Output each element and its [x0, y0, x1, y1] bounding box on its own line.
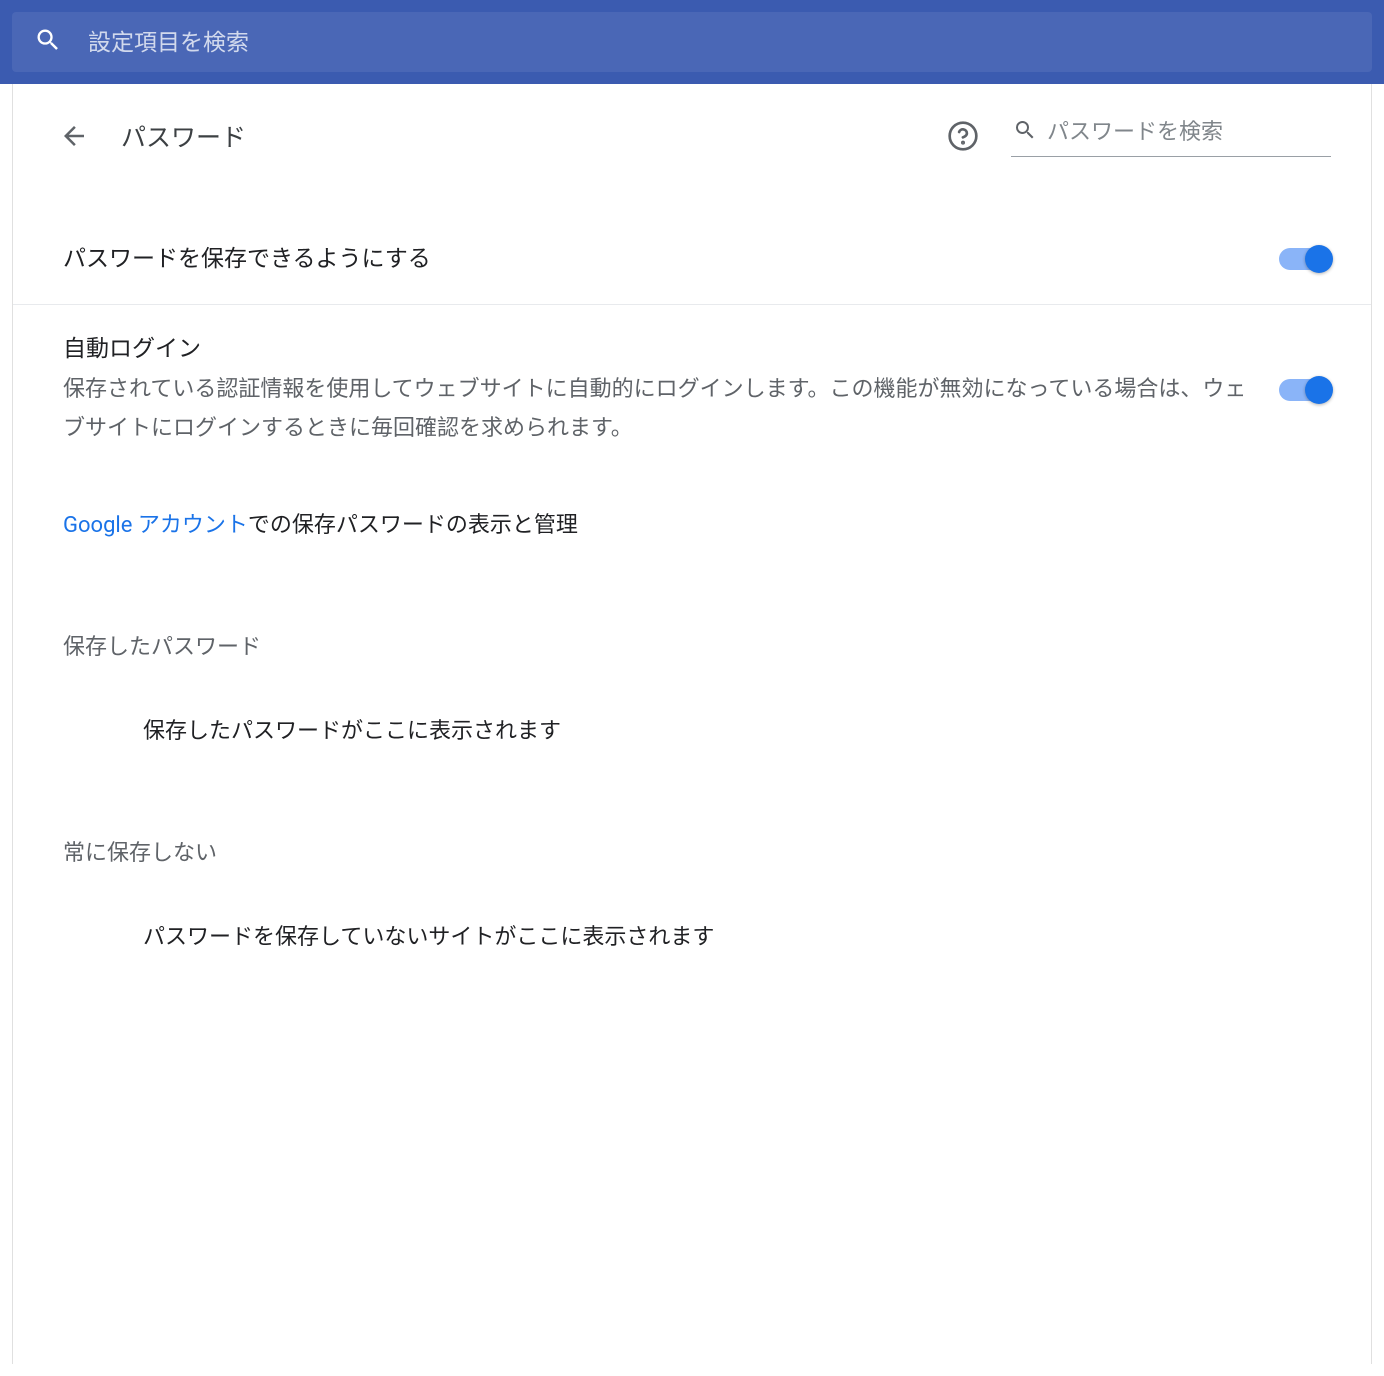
search-icon [1013, 118, 1037, 146]
page-title: パスワード [121, 118, 915, 154]
saved-passwords-header: 保存したパスワード [13, 551, 1371, 671]
offer-save-passwords-row: パスワードを保存できるようにする [13, 187, 1371, 305]
auto-signin-title: 自動ログイン [63, 331, 1249, 368]
auto-signin-desc: 保存されている認証情報を使用してウェブサイトに自動的にログインします。この機能が… [63, 370, 1249, 449]
password-search-container[interactable] [1011, 114, 1331, 157]
auto-signin-toggle[interactable] [1279, 379, 1331, 401]
offer-save-toggle[interactable] [1279, 248, 1331, 270]
top-bar [0, 0, 1384, 84]
saved-passwords-empty: 保存したパスワードがここに表示されます [13, 671, 1371, 757]
google-account-link-row: Google アカウントでの保存パスワードの表示と管理 [13, 475, 1371, 551]
setting-text: パスワードを保存できるようにする [63, 241, 1249, 278]
auto-signin-row: 自動ログイン 保存されている認証情報を使用してウェブサイトに自動的にログインしま… [13, 305, 1371, 475]
page-header: パスワード [13, 84, 1371, 187]
back-arrow-icon[interactable] [59, 121, 89, 151]
settings-search-input[interactable] [88, 29, 1350, 56]
search-icon [34, 26, 62, 58]
settings-search-container[interactable] [12, 12, 1372, 72]
never-saved-empty: パスワードを保存していないサイトがここに表示されます [13, 877, 1371, 963]
password-search-input[interactable] [1047, 119, 1329, 145]
google-account-link[interactable]: Google アカウント [63, 513, 248, 538]
google-account-trailing: での保存パスワードの表示と管理 [248, 513, 578, 538]
help-icon[interactable] [947, 120, 979, 152]
content: パスワード パスワードを保存できるようにする 自動ログイン 保存されている認証情… [12, 84, 1372, 1364]
setting-text: 自動ログイン 保存されている認証情報を使用してウェブサイトに自動的にログインしま… [63, 331, 1249, 449]
never-saved-header: 常に保存しない [13, 757, 1371, 877]
offer-save-title: パスワードを保存できるようにする [63, 241, 1249, 278]
